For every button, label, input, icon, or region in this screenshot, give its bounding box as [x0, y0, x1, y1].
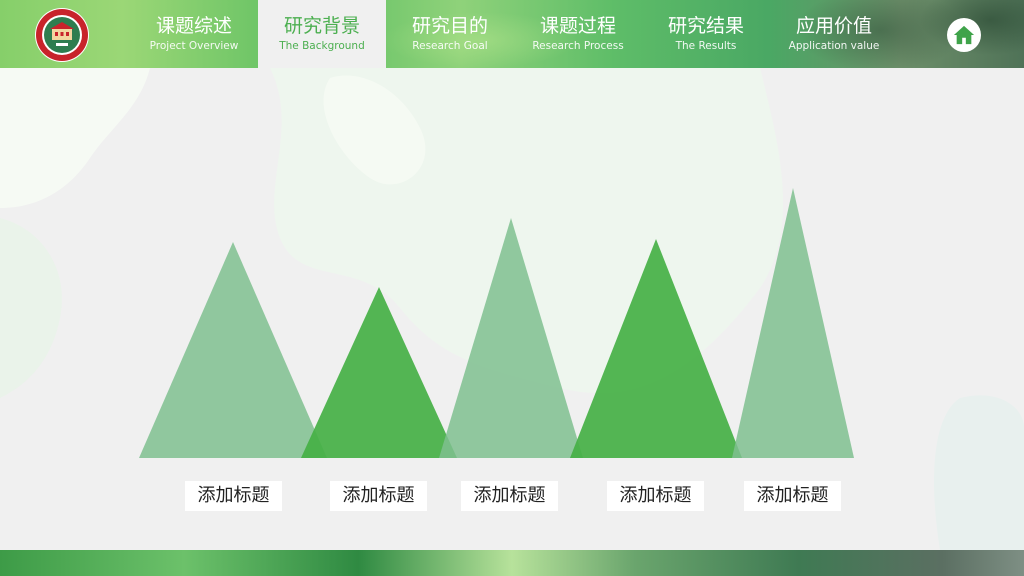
title-label-3[interactable]: 添加标题 [461, 481, 558, 511]
nav-the-results[interactable]: 研究结果 The Results [642, 0, 770, 68]
peak-triangle-1 [139, 242, 327, 458]
nav-label-en: Research Process [532, 40, 624, 52]
nav-research-process[interactable]: 课题过程 Research Process [514, 0, 642, 68]
logo-graphic [36, 9, 88, 61]
nav-label-en: Application value [788, 40, 880, 52]
peak-triangle-3 [439, 218, 583, 458]
nav-label-en: The Results [675, 40, 737, 52]
nav-label-zh: 应用价值 [795, 15, 872, 37]
nav-label-zh: 课题综述 [155, 15, 232, 37]
peak-triangle-4 [570, 239, 742, 458]
nav-label-zh: 研究结果 [667, 15, 744, 37]
peak-triangle-5 [732, 188, 854, 458]
peak-triangle-2 [301, 287, 457, 458]
home-button[interactable] [947, 18, 981, 52]
nav-project-overview[interactable]: 课题综述 Project Overview [130, 0, 258, 68]
top-nav-bar: 课题综述 Project Overview 研究背景 The Backgroun… [0, 0, 1024, 68]
nav-label-zh: 课题过程 [539, 15, 616, 37]
title-label-5[interactable]: 添加标题 [744, 481, 841, 511]
title-label-4[interactable]: 添加标题 [607, 481, 704, 511]
nav-label-en: Research Goal [412, 40, 488, 52]
title-label-2[interactable]: 添加标题 [330, 481, 427, 511]
nav-research-goal[interactable]: 研究目的 Research Goal [386, 0, 514, 68]
nav-the-background[interactable]: 研究背景 The Background [258, 0, 386, 68]
triangle-chart [139, 188, 854, 458]
nav-label-en: Project Overview [149, 40, 239, 52]
nav-application-value[interactable]: 应用价值 Application value [770, 0, 898, 68]
university-seal-icon[interactable] [35, 8, 89, 62]
nav-label-zh: 研究目的 [411, 15, 488, 37]
nav-label-en: The Background [279, 40, 365, 52]
bottom-bar [0, 550, 1024, 576]
main-nav: 课题综述 Project Overview 研究背景 The Backgroun… [130, 0, 898, 68]
nav-label-zh: 研究背景 [283, 15, 360, 37]
title-label-1[interactable]: 添加标题 [185, 481, 282, 511]
home-icon [953, 25, 975, 45]
